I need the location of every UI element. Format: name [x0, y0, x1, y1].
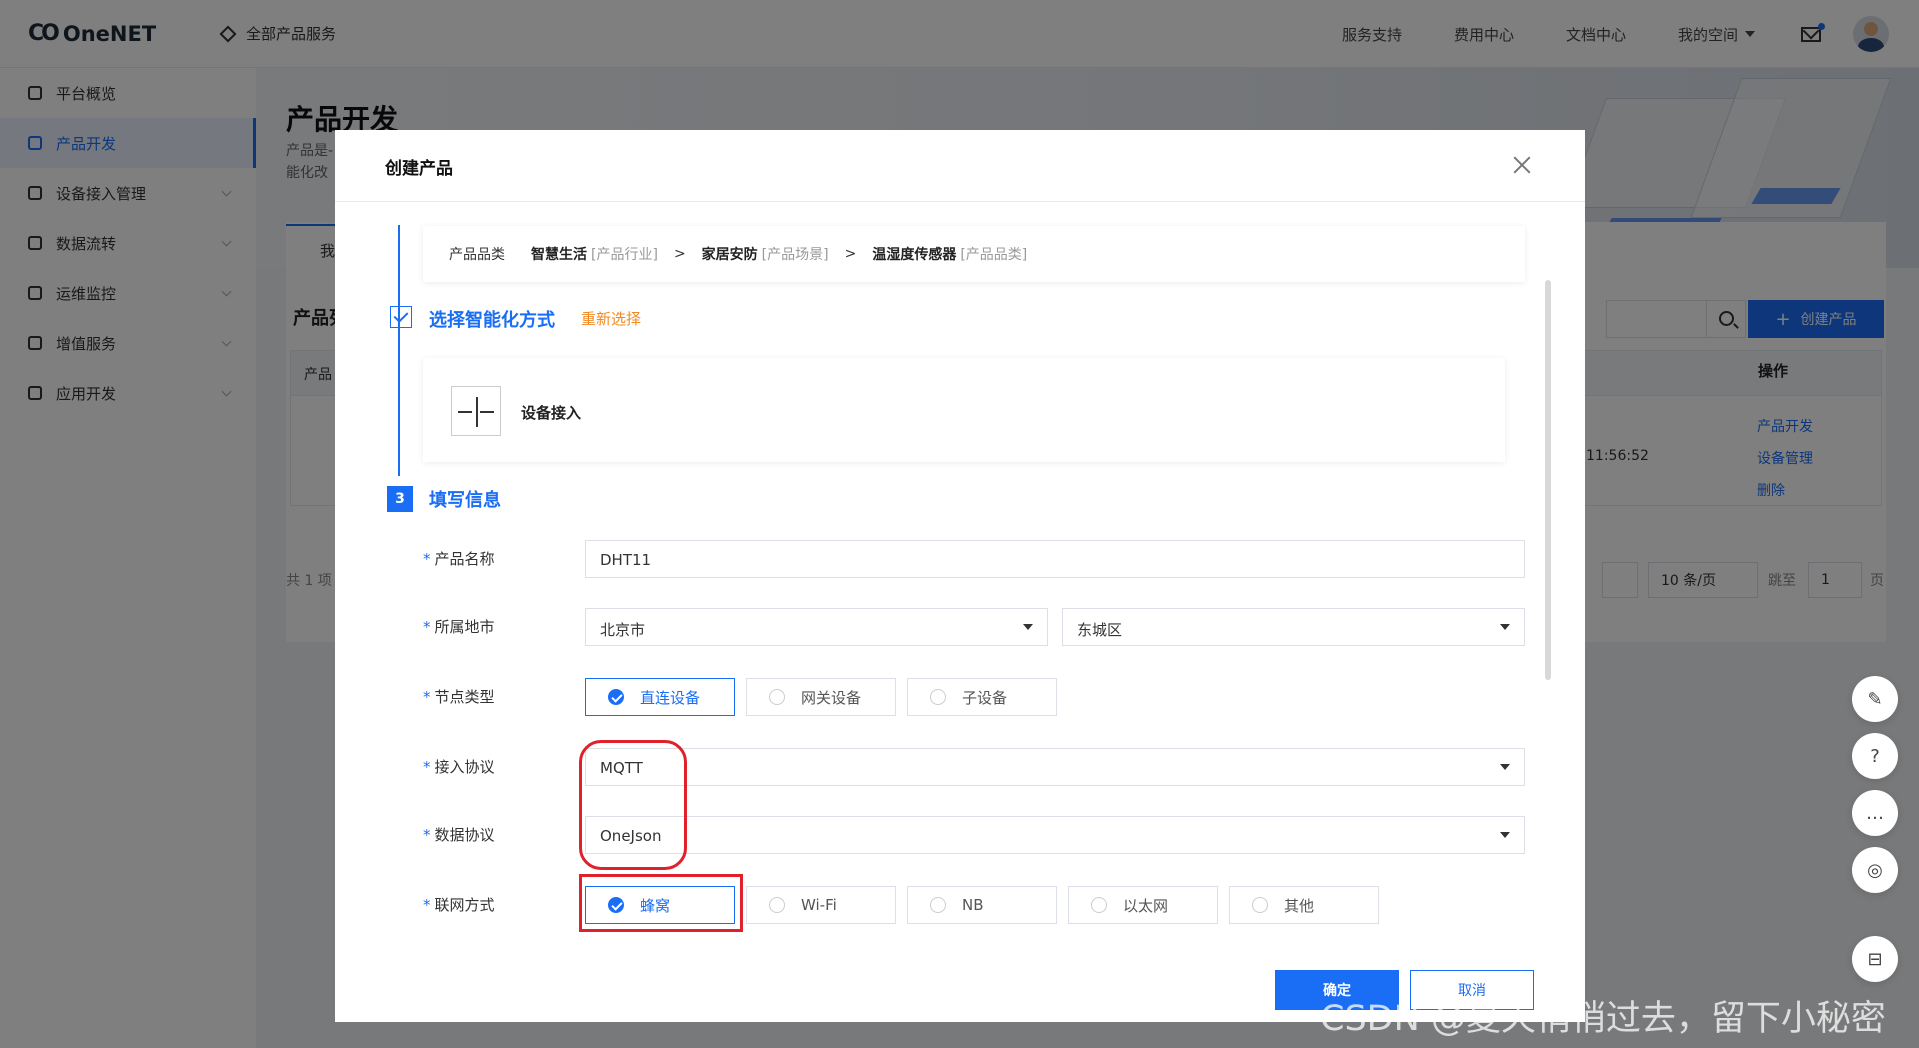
- annotation-highlight-protocols: [579, 740, 687, 870]
- summary-category-tag: [产品品类]: [960, 247, 1028, 263]
- summary-scene-tag: [产品场景]: [761, 247, 829, 263]
- collapse-icon[interactable]: ⊟: [1852, 936, 1898, 982]
- radio-circle-icon: [930, 897, 946, 913]
- radio-circle-icon: [1252, 897, 1268, 913]
- node-type-label: * 节点类型: [423, 686, 495, 707]
- required-mark: *: [423, 758, 431, 776]
- city-select[interactable]: 北京市: [585, 608, 1048, 646]
- category-summary: 产品品类 智慧生活 [产品行业] > 家居安防 [产品场景] > 温湿度传感器 …: [423, 226, 1525, 282]
- step-title-smart-mode: 选择智能化方式: [429, 310, 555, 331]
- radio-label: 子设备: [962, 688, 1008, 707]
- chevron-down-icon: [1023, 624, 1033, 630]
- summary-scene: 家居安防: [701, 247, 758, 263]
- modal-header: 创建产品: [335, 130, 1585, 202]
- network-nb-radio[interactable]: NB: [907, 886, 1057, 924]
- network-wifi-radio[interactable]: Wi-Fi: [746, 886, 896, 924]
- district-select[interactable]: 东城区: [1062, 608, 1525, 646]
- summary-industry-tag: [产品行业]: [591, 247, 658, 263]
- node-type-direct-radio[interactable]: 直连设备: [585, 678, 735, 716]
- product-name-label: * 产品名称: [423, 548, 495, 569]
- node-type-gateway-radio[interactable]: 网关设备: [746, 678, 896, 716]
- data-protocol-label: * 数据协议: [423, 824, 495, 845]
- district-value: 东城区: [1077, 621, 1123, 639]
- summary-industry: 智慧生活: [531, 247, 587, 263]
- protocol-label: * 接入协议: [423, 756, 495, 777]
- mode-label: 设备接入: [521, 404, 582, 422]
- label-text: 接入协议: [434, 758, 495, 776]
- radio-circle-icon: [930, 689, 946, 705]
- radio-circle-icon: [1091, 897, 1107, 913]
- edit-icon[interactable]: ✎: [1852, 676, 1898, 722]
- required-mark: *: [423, 688, 431, 706]
- radio-label: 直连设备: [640, 688, 701, 707]
- create-product-modal: 创建产品 产品品类 智慧生活 [产品行业] > 家居安防 [产品场景] > 温湿…: [335, 130, 1585, 1022]
- modal-scrollbar[interactable]: [1545, 280, 1551, 680]
- product-name-input[interactable]: DHT11: [585, 540, 1525, 578]
- label-text: 产品名称: [434, 550, 495, 568]
- close-icon[interactable]: [1511, 154, 1533, 176]
- headset-icon[interactable]: ◎: [1852, 847, 1898, 893]
- node-type-subdevice-radio[interactable]: 子设备: [907, 678, 1057, 716]
- required-mark: *: [423, 826, 431, 844]
- summary-separator: >: [844, 246, 857, 262]
- required-mark: *: [423, 896, 431, 914]
- label-text: 联网方式: [434, 896, 495, 914]
- label-text: 所属地市: [434, 618, 495, 636]
- device-access-icon: [451, 386, 501, 436]
- step-connector: [398, 348, 400, 476]
- label-text: 节点类型: [434, 688, 495, 706]
- step-title-fill-info: 填写信息: [429, 490, 501, 511]
- chevron-down-icon: [1500, 624, 1510, 630]
- region-label: * 所属地市: [423, 616, 495, 637]
- network-label: * 联网方式: [423, 894, 495, 915]
- radio-label: NB: [962, 896, 984, 914]
- data-protocol-select[interactable]: OneJson: [585, 816, 1525, 854]
- annotation-highlight-cellular: [579, 874, 743, 932]
- chevron-down-icon: [1500, 832, 1510, 838]
- city-value: 北京市: [600, 621, 646, 639]
- check-icon: [608, 689, 624, 705]
- label-text: 数据协议: [434, 826, 495, 844]
- network-other-radio[interactable]: 其他: [1229, 886, 1379, 924]
- summary-category: 温湿度传感器: [872, 247, 957, 263]
- protocol-select[interactable]: MQTT: [585, 748, 1525, 786]
- radio-label: 以太网: [1123, 896, 1169, 915]
- reselect-link[interactable]: 重新选择: [581, 308, 641, 329]
- watermark: CSDN @夏天悄悄过去，留下小秘密: [1320, 999, 1886, 1039]
- step-number: 3: [387, 486, 413, 512]
- required-mark: *: [423, 550, 431, 568]
- step-complete-icon: [390, 306, 412, 328]
- summary-separator: >: [673, 246, 686, 262]
- help-icon[interactable]: ?: [1852, 733, 1898, 779]
- modal-title: 创建产品: [385, 159, 453, 179]
- network-ethernet-radio[interactable]: 以太网: [1068, 886, 1218, 924]
- radio-circle-icon: [769, 689, 785, 705]
- chat-icon[interactable]: …: [1852, 790, 1898, 836]
- required-mark: *: [423, 618, 431, 636]
- device-access-card: 设备接入: [423, 358, 1505, 462]
- radio-label: 其他: [1284, 896, 1315, 915]
- chevron-down-icon: [1500, 764, 1510, 770]
- radio-label: Wi-Fi: [801, 896, 837, 914]
- summary-label: 产品品类: [449, 247, 505, 263]
- radio-circle-icon: [769, 897, 785, 913]
- radio-label: 网关设备: [801, 688, 862, 707]
